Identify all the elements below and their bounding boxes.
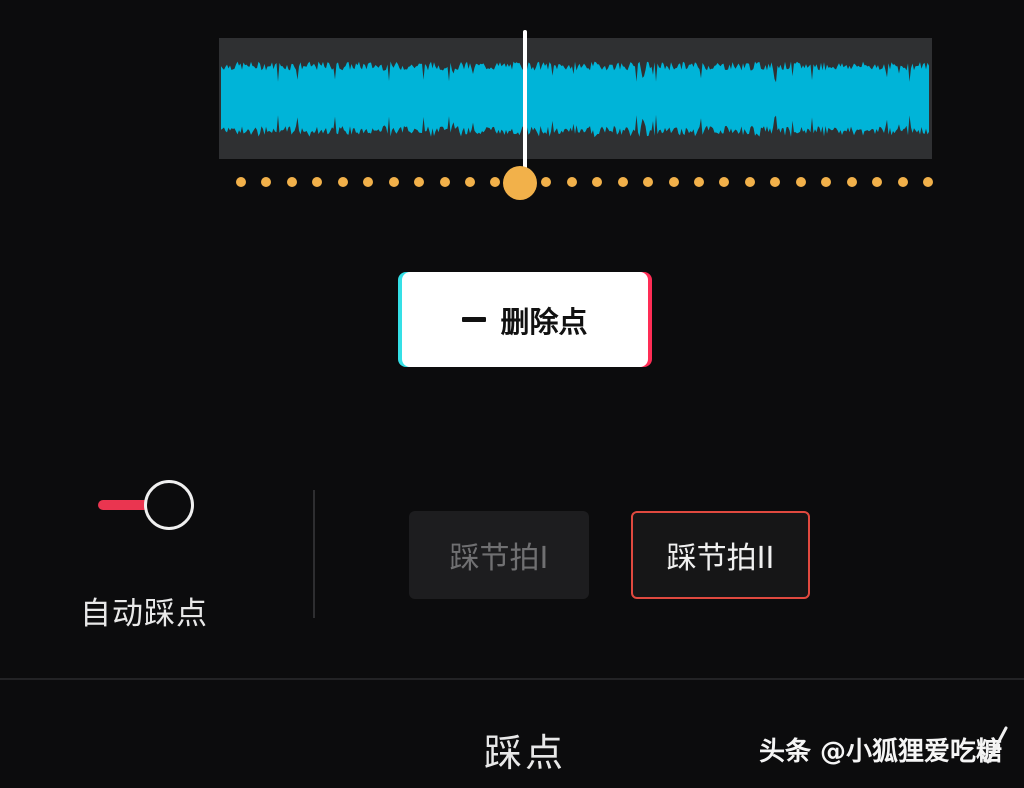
beat-point xyxy=(744,177,755,187)
panel-title: 踩点 xyxy=(484,731,567,775)
beat-point xyxy=(541,177,552,187)
beat-point xyxy=(337,177,348,187)
beat-point xyxy=(592,177,603,187)
beat-point xyxy=(261,177,272,187)
beat-point xyxy=(490,177,501,187)
beat-point xyxy=(643,177,654,187)
auto-beat-toggle[interactable] xyxy=(96,476,200,532)
playhead[interactable] xyxy=(523,30,527,172)
beat-option-2[interactable]: 踩节拍II xyxy=(631,511,810,599)
beat-point xyxy=(617,177,628,187)
playhead-handle[interactable] xyxy=(503,166,537,200)
beat-point xyxy=(312,177,323,187)
beat-point xyxy=(719,177,730,187)
beat-point xyxy=(566,177,577,187)
beat-point xyxy=(286,177,297,187)
beat-point xyxy=(897,177,908,187)
beat-point xyxy=(770,177,781,187)
beat-point xyxy=(465,177,475,187)
beat-point xyxy=(668,177,679,187)
toggle-knob xyxy=(144,480,194,530)
beat-point xyxy=(923,177,933,187)
beat-point xyxy=(872,177,883,187)
audio-waveform[interactable] xyxy=(219,38,932,159)
auto-beat-label: 自动踩点 xyxy=(80,596,208,632)
beat-point xyxy=(363,177,374,187)
beat-point xyxy=(236,177,246,187)
check-icon[interactable] xyxy=(978,724,1008,764)
beat-point xyxy=(694,177,704,187)
beat-point xyxy=(414,177,425,187)
delete-point-button[interactable]: 删除点 xyxy=(402,272,648,367)
minus-icon xyxy=(462,317,487,322)
beat-point xyxy=(821,177,832,187)
bottom-divider xyxy=(0,678,1024,680)
beat-point xyxy=(388,177,399,187)
beat-option-1[interactable]: 踩节拍I xyxy=(409,511,589,599)
beat-point xyxy=(439,177,450,187)
divider xyxy=(313,490,315,618)
waveform-shape xyxy=(221,61,929,138)
beat-point xyxy=(846,177,857,187)
watermark: 头条 @小狐狸爱吃糖 xyxy=(759,737,1003,767)
waveform-graphic xyxy=(221,61,929,138)
beat-point xyxy=(795,177,806,187)
delete-point-label: 删除点 xyxy=(500,304,588,339)
